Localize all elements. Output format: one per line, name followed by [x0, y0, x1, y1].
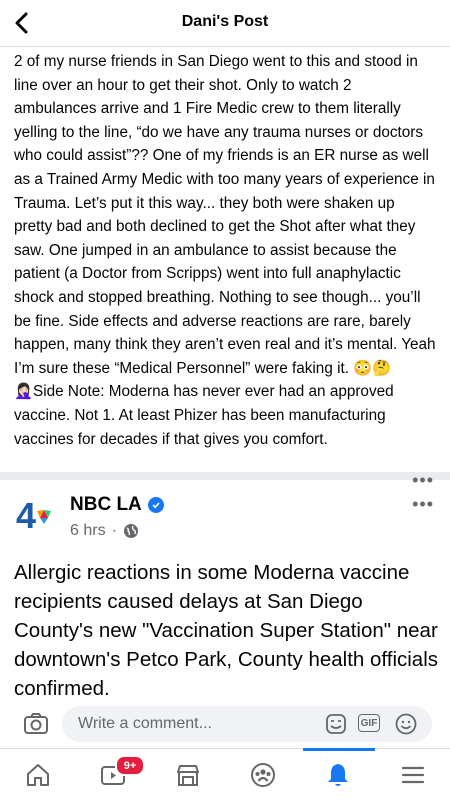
marketplace-icon: [176, 765, 199, 786]
comment-placeholder: Write a comment...: [78, 715, 212, 732]
globe-icon: [123, 524, 138, 538]
bottom-nav: 9+: [0, 748, 450, 801]
nav-notifications[interactable]: [300, 749, 375, 801]
post-divider: [0, 472, 450, 480]
avatar-sticker-icon[interactable]: [324, 712, 348, 736]
comment-bar: Write a comment... GIF: [0, 700, 450, 748]
shared-more-options-icon[interactable]: •••: [412, 494, 434, 515]
gif-icon[interactable]: GIF: [358, 714, 380, 732]
svg-text:4: 4: [16, 495, 36, 536]
comment-input[interactable]: Write a comment... GIF: [62, 706, 432, 742]
page-title: Dani's Post: [181, 13, 269, 30]
nbc-la-logo[interactable]: 4: [14, 494, 58, 538]
menu-icon: [401, 766, 424, 784]
post-header: Dani's Post: [0, 0, 450, 47]
notifications-icon: [327, 764, 348, 786]
page-name-label[interactable]: NBC LA: [70, 494, 142, 516]
nav-watch[interactable]: 9+: [75, 749, 150, 801]
home-icon: [26, 764, 49, 786]
shared-post-text: Allergic reactions in some Moderna vacci…: [14, 561, 439, 700]
shared-post[interactable]: 4 NBC LA 6 hrs · ••• Allergic reactions …: [0, 480, 450, 705]
groups-icon: [250, 763, 275, 787]
post-more-options-icon[interactable]: •••: [412, 470, 434, 491]
nav-home[interactable]: [0, 749, 75, 801]
watch-badge: 9+: [115, 755, 145, 776]
emoji-icon[interactable]: [394, 712, 418, 736]
nav-marketplace[interactable]: [150, 749, 225, 801]
page-name[interactable]: NBC LA: [70, 494, 164, 516]
post-meta: 6 hrs ·: [70, 522, 139, 540]
nav-groups[interactable]: [225, 749, 300, 801]
post-time[interactable]: 6 hrs: [70, 522, 106, 540]
meta-separator: ·: [111, 522, 117, 539]
nav-menu[interactable]: [375, 749, 450, 801]
post-body-text: 2 of my nurse friends in San Diego went …: [14, 53, 436, 448]
verified-badge-icon: [147, 497, 164, 513]
camera-icon[interactable]: [22, 710, 50, 738]
